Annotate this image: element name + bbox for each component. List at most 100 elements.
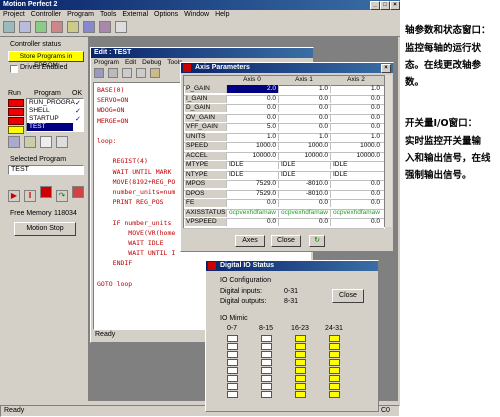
maximize-button[interactable]: □ (380, 1, 390, 10)
minimize-button[interactable]: _ (370, 1, 380, 10)
axis-value-cell[interactable]: 0.0 (330, 199, 382, 207)
menu-item[interactable]: Help (215, 11, 229, 18)
io-led-on[interactable] (329, 343, 340, 350)
memory-icon[interactable] (98, 21, 111, 33)
axis-column-header[interactable]: Axis 2 (330, 76, 382, 84)
menu-item[interactable]: Project (3, 11, 25, 18)
pause-icon[interactable]: ‖ (23, 190, 36, 202)
program-item-selected[interactable]: TEST (27, 123, 73, 131)
menu-item[interactable]: Program (67, 11, 94, 18)
axis-value-cell[interactable]: IDLE (226, 161, 278, 169)
axis-value-cell[interactable]: 0.0 (330, 113, 382, 122)
axis-value-cell[interactable]: 10000.0 (330, 151, 382, 160)
editor-menu-item[interactable]: Debug (142, 59, 161, 66)
axis-value-cell[interactable]: 0.0 (278, 94, 330, 103)
axis-value-cell[interactable]: 1000.0 (278, 142, 330, 150)
axis-value-cell[interactable]: ocpvexhdfamaw (330, 208, 382, 217)
axis-value-cell[interactable]: 0.0 (278, 218, 330, 226)
io-led-off[interactable] (227, 383, 238, 390)
axis-value-cell[interactable]: 0.0 (330, 104, 382, 112)
io-led-on[interactable] (295, 367, 306, 374)
axis-value-cell[interactable]: 1000.0 (330, 142, 382, 150)
axis-value-cell[interactable]: 1.0 (330, 85, 382, 93)
program-item[interactable]: SHELL (29, 107, 50, 115)
io-led-on[interactable] (295, 335, 306, 342)
io-led-on[interactable] (295, 351, 306, 358)
axis-value-cell[interactable]: 1.0 (226, 132, 278, 141)
run-led[interactable] (8, 117, 24, 125)
axis-column-header[interactable]: Axis 1 (278, 76, 330, 84)
io-led-off[interactable] (261, 335, 272, 342)
paste-icon[interactable] (149, 68, 160, 78)
save-icon[interactable] (94, 68, 104, 78)
store-eprom-button[interactable]: Store Programs in EPROM (8, 51, 84, 69)
editor-menu-item[interactable]: Program (94, 59, 119, 66)
breakpoint-icon[interactable] (71, 186, 84, 198)
new-program-icon[interactable] (39, 136, 52, 148)
axis-scrollbar[interactable] (384, 75, 392, 227)
run-led[interactable] (8, 108, 24, 116)
axis-value-cell[interactable]: -8010.0 (278, 180, 330, 188)
axis-value-cell[interactable]: 1.0 (330, 132, 382, 141)
axis-value-cell[interactable]: 7529.0 (226, 189, 278, 198)
axis-value-cell[interactable]: 0.0 (226, 104, 278, 112)
axis-close-button[interactable]: × (381, 64, 391, 73)
run-led[interactable] (8, 99, 24, 107)
copy-icon[interactable] (135, 68, 146, 78)
run-led[interactable] (8, 126, 24, 134)
delete-icon[interactable] (55, 136, 68, 148)
axis-value-cell[interactable]: 0.0 (278, 123, 330, 131)
program-item[interactable]: RUN_PROGRA (29, 99, 75, 107)
axis-value-cell[interactable]: 0.0 (278, 113, 330, 122)
axis-value-cell[interactable]: 0.0 (226, 218, 278, 226)
axes-button[interactable]: Axes (235, 235, 265, 247)
axis-value-cell[interactable]: IDLE (278, 170, 330, 179)
io-icon[interactable] (66, 21, 79, 33)
axis-value-cell[interactable]: IDLE (330, 161, 382, 169)
editor-menu-item[interactable]: Edit (125, 59, 136, 66)
axis-value-cell[interactable]: 0.0 (278, 104, 330, 112)
axis-value-cell[interactable]: 0.0 (226, 199, 278, 207)
io-led-on[interactable] (329, 359, 340, 366)
menu-item[interactable]: External (122, 11, 148, 18)
axis-value-cell[interactable]: -8010.0 (278, 189, 330, 198)
close-button[interactable]: × (390, 1, 400, 10)
menu-item[interactable]: Controller (31, 11, 61, 18)
io-led-on[interactable] (295, 375, 306, 382)
program-list[interactable]: RUN_PROGRA SHELL STARTUP TEST ✓ ✓ ✓ (26, 98, 84, 132)
axis-value-cell[interactable]: IDLE (278, 161, 330, 169)
io-led-off[interactable] (261, 343, 272, 350)
step-icon[interactable]: ↷ (55, 190, 68, 202)
program-item[interactable]: STARTUP (29, 115, 59, 123)
axis-value-cell[interactable]: 0.0 (226, 113, 278, 122)
stop-icon[interactable] (39, 186, 52, 198)
io-led-on[interactable] (295, 391, 306, 398)
axis-close-text-button[interactable]: Close (271, 235, 301, 247)
menu-item[interactable]: Options (154, 11, 178, 18)
axis-value-cell[interactable]: 0.0 (330, 189, 382, 198)
axis-value-cell[interactable]: ocpvexhdfamaw (226, 208, 278, 217)
io-led-off[interactable] (261, 391, 272, 398)
connect-icon[interactable] (3, 21, 15, 33)
axis-value-cell[interactable]: 0.0 (330, 123, 382, 131)
oscilloscope-icon[interactable] (34, 21, 47, 33)
io-led-on[interactable] (329, 335, 340, 342)
io-led-off[interactable] (227, 367, 238, 374)
axis-value-cell[interactable]: 10000.0 (226, 151, 278, 160)
io-led-off[interactable] (261, 367, 272, 374)
menu-item[interactable]: Tools (100, 11, 116, 18)
io-led-on[interactable] (295, 359, 306, 366)
edit-icon[interactable] (23, 136, 36, 148)
axis-value-cell[interactable]: 10000.0 (278, 151, 330, 160)
axis-value-cell[interactable]: 0.0 (330, 94, 382, 103)
axis-value-cell[interactable]: 1.0 (278, 85, 330, 93)
io-led-on[interactable] (329, 367, 340, 374)
io-led-off[interactable] (261, 359, 272, 366)
io-led-off[interactable] (227, 375, 238, 382)
search-icon[interactable] (8, 136, 20, 148)
io-led-off[interactable] (261, 351, 272, 358)
io-close-button[interactable]: Close (332, 289, 364, 303)
io-led-off[interactable] (261, 383, 272, 390)
menu-item[interactable]: Window (184, 11, 209, 18)
io-led-on[interactable] (329, 383, 340, 390)
